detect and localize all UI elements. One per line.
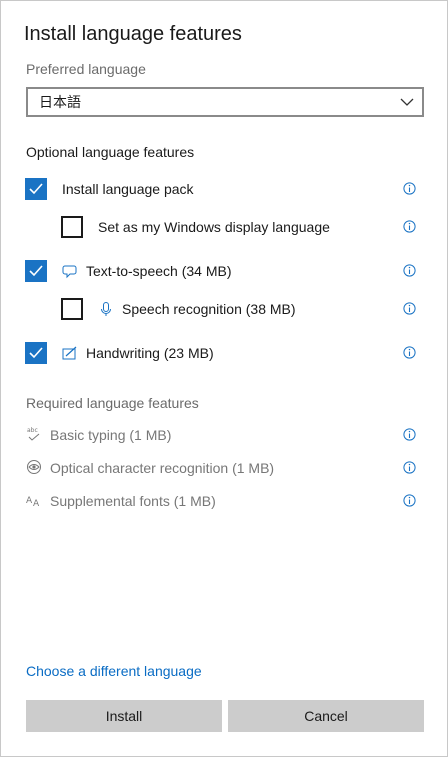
check-icon (29, 183, 43, 195)
microphone-icon (101, 302, 111, 316)
font-aa-icon: A A (26, 496, 40, 508)
choose-different-language-link[interactable]: Choose a different language (26, 663, 202, 679)
preferred-language-label: Preferred language (26, 61, 146, 77)
feature-row-display-language: Set as my Windows display language (1, 215, 448, 239)
svg-text:A: A (26, 496, 33, 506)
feature-row-language-pack: Install language pack (1, 177, 448, 201)
pen-icon (62, 346, 77, 360)
handwriting-label: Handwriting (23 MB) (86, 345, 214, 361)
info-icon[interactable] (403, 264, 416, 277)
required-row-basic-typing: abc Basic typing (1 MB) (1, 425, 448, 445)
basic-typing-label: Basic typing (1 MB) (50, 427, 172, 443)
preferred-language-select[interactable]: 日本語 (26, 87, 424, 117)
language-pack-checkbox[interactable] (25, 178, 47, 200)
required-row-fonts: A A Supplemental fonts (1 MB) (1, 491, 448, 511)
ocr-eye-icon (27, 460, 41, 474)
check-icon (29, 265, 43, 277)
feature-row-text-to-speech: Text-to-speech (34 MB) (1, 259, 448, 283)
feature-row-speech-recognition: Speech recognition (38 MB) (1, 297, 448, 321)
handwriting-checkbox[interactable] (25, 342, 47, 364)
display-language-checkbox[interactable] (61, 216, 83, 238)
info-icon[interactable] (403, 428, 416, 441)
required-row-ocr: Optical character recognition (1 MB) (1, 458, 448, 478)
display-language-label: Set as my Windows display language (98, 219, 330, 235)
info-icon[interactable] (403, 182, 416, 195)
speech-bubble-icon (62, 265, 77, 279)
preferred-language-value: 日本語 (39, 94, 81, 110)
svg-text:A: A (33, 499, 40, 508)
optional-features-heading: Optional language features (26, 144, 195, 160)
text-to-speech-label: Text-to-speech (34 MB) (86, 263, 232, 279)
feature-row-handwriting: Handwriting (23 MB) (1, 341, 448, 365)
info-icon[interactable] (403, 302, 416, 315)
supplemental-fonts-label: Supplemental fonts (1 MB) (50, 493, 216, 509)
dialog-title: Install language features (24, 23, 242, 45)
chevron-down-icon (400, 98, 414, 106)
text-to-speech-checkbox[interactable] (25, 260, 47, 282)
info-icon[interactable] (403, 346, 416, 359)
cancel-button[interactable]: Cancel (228, 700, 424, 732)
install-button[interactable]: Install (26, 700, 222, 732)
info-icon[interactable] (403, 220, 416, 233)
required-features-heading: Required language features (26, 395, 199, 411)
speech-recognition-label: Speech recognition (38 MB) (122, 301, 296, 317)
check-icon (29, 347, 43, 359)
svg-text:abc: abc (27, 427, 38, 434)
language-pack-label: Install language pack (62, 181, 194, 197)
info-icon[interactable] (403, 461, 416, 474)
info-icon[interactable] (403, 494, 416, 507)
abc-check-icon: abc (27, 427, 40, 441)
install-language-dialog: Install language features Preferred lang… (0, 0, 448, 757)
speech-recognition-checkbox[interactable] (61, 298, 83, 320)
ocr-label: Optical character recognition (1 MB) (50, 460, 275, 476)
